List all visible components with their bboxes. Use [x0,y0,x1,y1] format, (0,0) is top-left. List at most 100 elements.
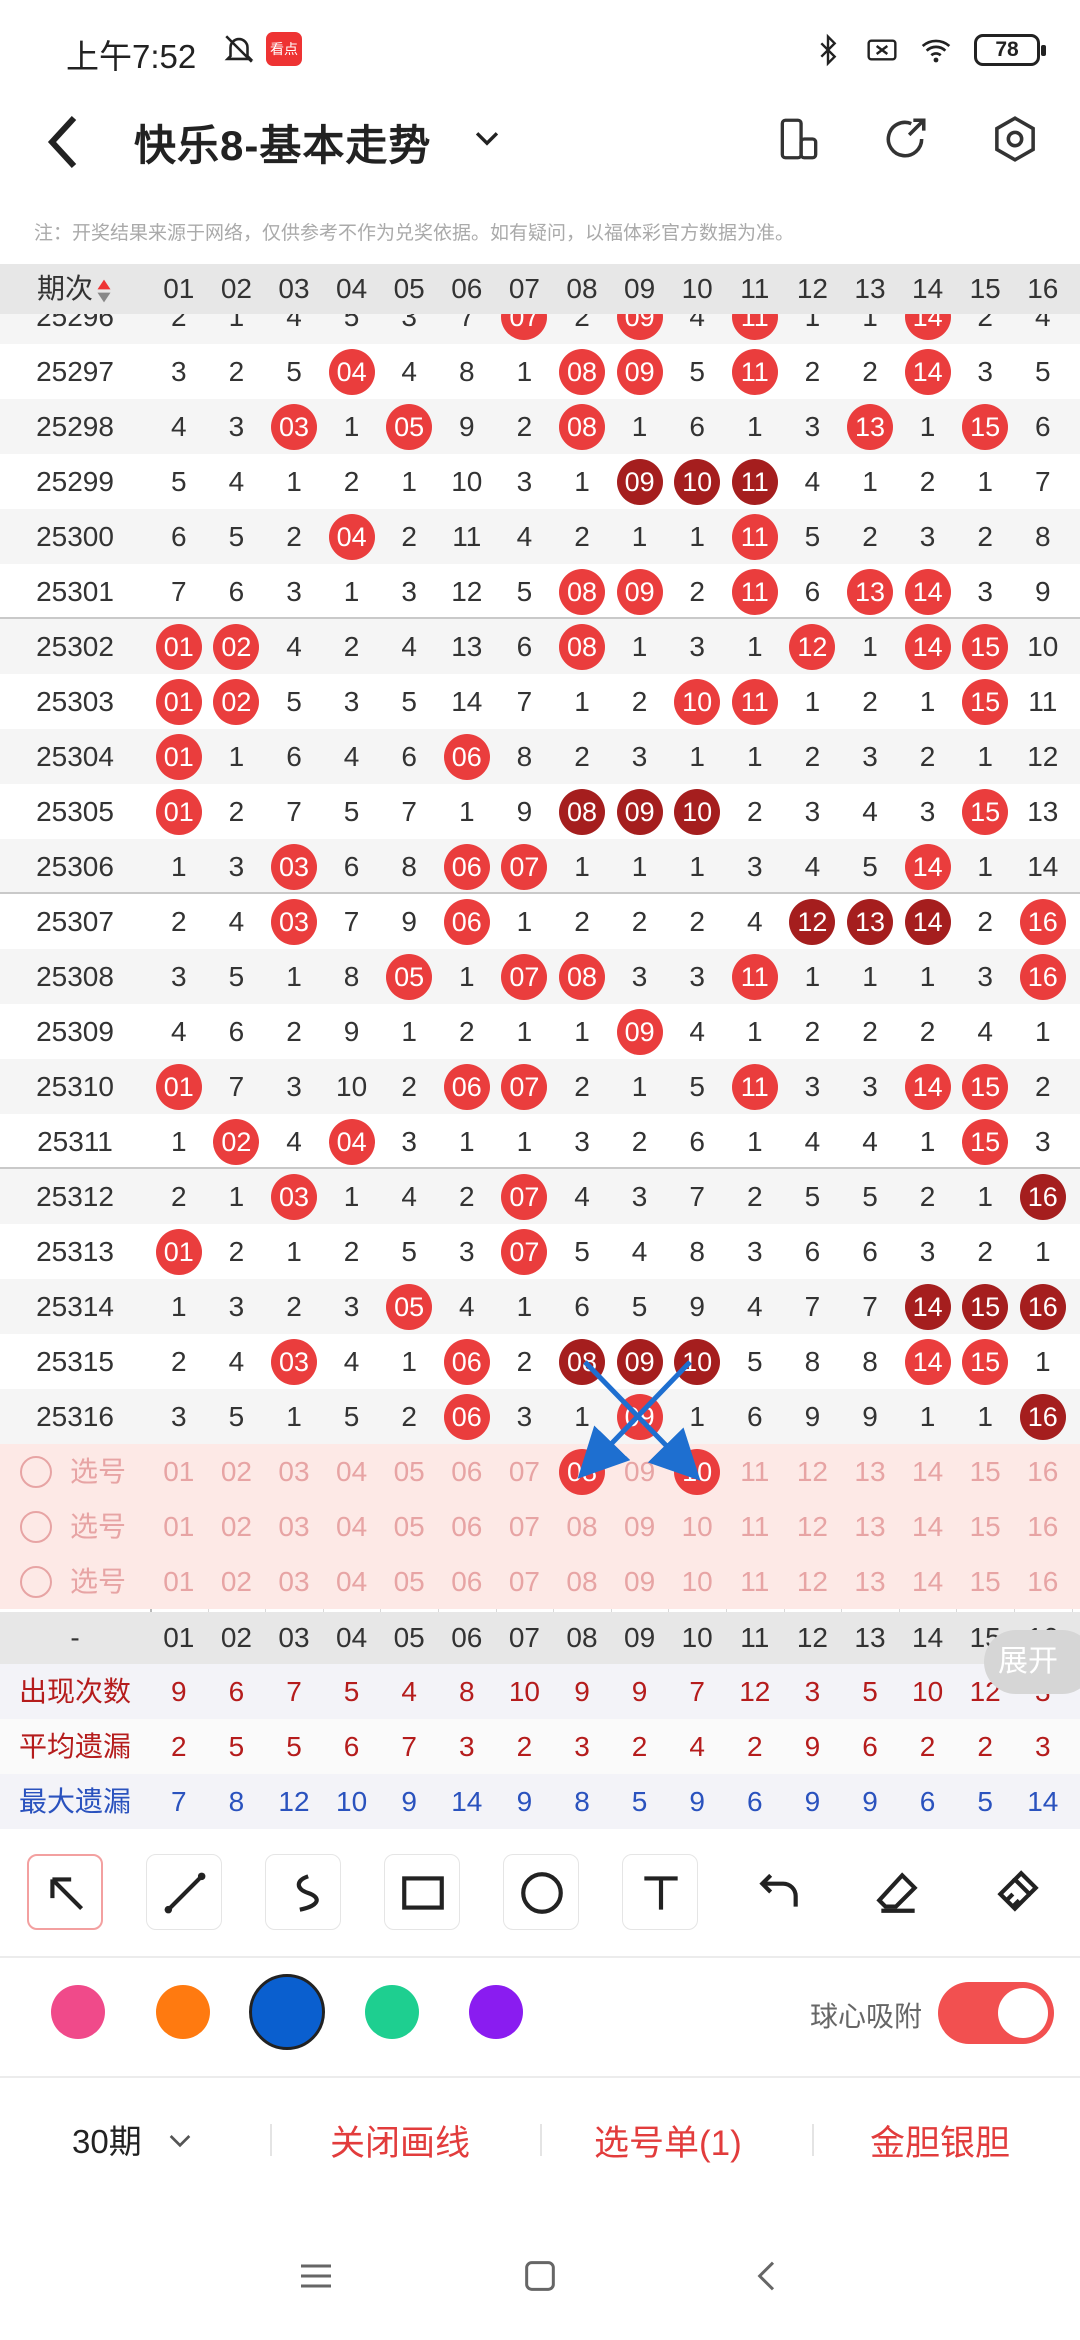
table-cell[interactable]: 9 [668,1279,726,1334]
table-cell[interactable]: 01 [150,1059,208,1114]
table-cell[interactable]: 2 [956,314,1014,344]
table-cell[interactable]: 11 [726,949,784,1004]
table-cell[interactable]: 2 [726,784,784,839]
selectable-number[interactable]: 03 [265,1499,323,1554]
selectable-number[interactable]: 06 [438,1444,496,1499]
selectable-number[interactable]: 01 [150,1499,208,1554]
table-cell[interactable]: 2 [150,894,208,949]
selectable-number[interactable]: 02 [208,1499,266,1554]
table-cell[interactable]: 5 [841,1169,899,1224]
selectable-number[interactable]: 07 [496,1444,554,1499]
table-cell[interactable]: 1 [380,454,438,509]
table-cell[interactable]: 3 [150,1389,208,1444]
table-cell[interactable]: 3 [323,674,381,729]
table-cell[interactable]: 14 [899,1279,957,1334]
table-cell[interactable]: 5 [323,1389,381,1444]
table-cell[interactable]: 3 [208,839,266,894]
table-cell[interactable]: 3 [784,784,842,839]
table-cell[interactable]: 3 [208,399,266,454]
table-cell[interactable]: 07 [496,839,554,894]
table-cell[interactable]: 16 [1014,894,1072,949]
table-cell[interactable]: 1 [956,1169,1014,1224]
table-cell[interactable]: 1 [611,839,669,894]
sort-icon[interactable] [95,278,113,304]
table-cell[interactable]: 09 [611,1004,669,1059]
table-cell[interactable]: 3 [899,784,957,839]
table-cell[interactable]: 8 [438,344,496,399]
table-cell[interactable]: 11 [726,1059,784,1114]
table-cell[interactable]: 14 [899,1334,957,1389]
table-cell[interactable]: 2 [784,729,842,784]
settings-icon[interactable] [990,114,1040,164]
table-cell[interactable]: 09 [611,454,669,509]
table-cell[interactable]: 06 [438,1059,496,1114]
select-row-radio[interactable] [20,1511,52,1543]
table-cell[interactable]: 7 [784,1279,842,1334]
table-cell[interactable]: 8 [496,729,554,784]
table-cell[interactable]: 6 [208,1004,266,1059]
color-swatch[interactable] [365,1985,419,2039]
table-cell[interactable]: 5 [668,344,726,399]
table-cell[interactable]: 2 [323,454,381,509]
table-cell[interactable]: 1 [956,839,1014,894]
table-cell[interactable]: 3 [380,314,438,344]
selectable-number[interactable]: 15 [956,1554,1014,1609]
pointer-tool[interactable] [27,1854,103,1930]
table-cell[interactable]: 5 [323,314,381,344]
table-cell[interactable]: 1 [726,399,784,454]
table-cell[interactable]: 09 [611,784,669,839]
table-cell[interactable]: 1 [496,1279,554,1334]
table-cell[interactable]: 2 [553,509,611,564]
table-cell[interactable]: 15 [956,619,1014,674]
table-cell[interactable]: 4 [150,399,208,454]
table-cell[interactable]: 2 [784,344,842,399]
table-cell[interactable]: 4 [784,839,842,894]
table-cell[interactable]: 4 [380,619,438,674]
table-cell[interactable]: 11 [438,509,496,564]
select-row-radio[interactable] [20,1566,52,1598]
table-cell[interactable]: 1 [208,314,266,344]
selectable-number[interactable]: 02 [208,1444,266,1499]
table-cell[interactable]: 10 [1014,619,1072,674]
table-cell[interactable]: 1 [438,784,496,839]
table-cell[interactable]: 7 [323,894,381,949]
table-cell[interactable]: 6 [1014,399,1072,454]
table-cell[interactable]: 1 [956,1389,1014,1444]
table-cell[interactable]: 3 [496,1389,554,1444]
table-cell[interactable]: 14 [899,344,957,399]
table-cell[interactable]: 5 [380,674,438,729]
table-cell[interactable]: 02 [208,619,266,674]
table-cell[interactable]: 5 [265,344,323,399]
table-cell[interactable]: 1 [496,894,554,949]
table-cell[interactable]: 5 [265,674,323,729]
table-cell[interactable]: 6 [496,619,554,674]
table-cell[interactable]: 6 [841,1224,899,1279]
table-cell[interactable]: 11 [726,454,784,509]
table-cell[interactable]: 6 [265,729,323,784]
selectable-number[interactable]: 06 [438,1499,496,1554]
table-cell[interactable]: 14 [899,1059,957,1114]
color-swatch[interactable] [156,1985,210,2039]
table-cell[interactable]: 08 [553,1334,611,1389]
table-cell[interactable]: 6 [380,729,438,784]
table-cell[interactable]: 2 [553,314,611,344]
table-cell[interactable]: 1 [611,509,669,564]
table-cell[interactable]: 08 [553,619,611,674]
table-cell[interactable]: 1 [265,454,323,509]
table-cell[interactable]: 15 [956,674,1014,729]
selectable-number[interactable]: 07 [496,1499,554,1554]
table-cell[interactable]: 15 [956,784,1014,839]
table-cell[interactable]: 1 [899,674,957,729]
table-cell[interactable]: 1 [611,399,669,454]
table-cell[interactable]: 2 [668,894,726,949]
selectable-number[interactable]: 16 [1014,1499,1072,1554]
table-cell[interactable]: 1 [438,949,496,1004]
table-cell[interactable]: 2 [841,344,899,399]
table-cell[interactable]: 9 [323,1004,381,1059]
table-cell[interactable]: 6 [323,839,381,894]
table-cell[interactable]: 14 [899,619,957,674]
table-cell[interactable]: 4 [841,1114,899,1169]
table-cell[interactable]: 2 [323,1224,381,1279]
table-cell[interactable]: 1 [668,839,726,894]
table-cell[interactable]: 3 [150,949,208,1004]
